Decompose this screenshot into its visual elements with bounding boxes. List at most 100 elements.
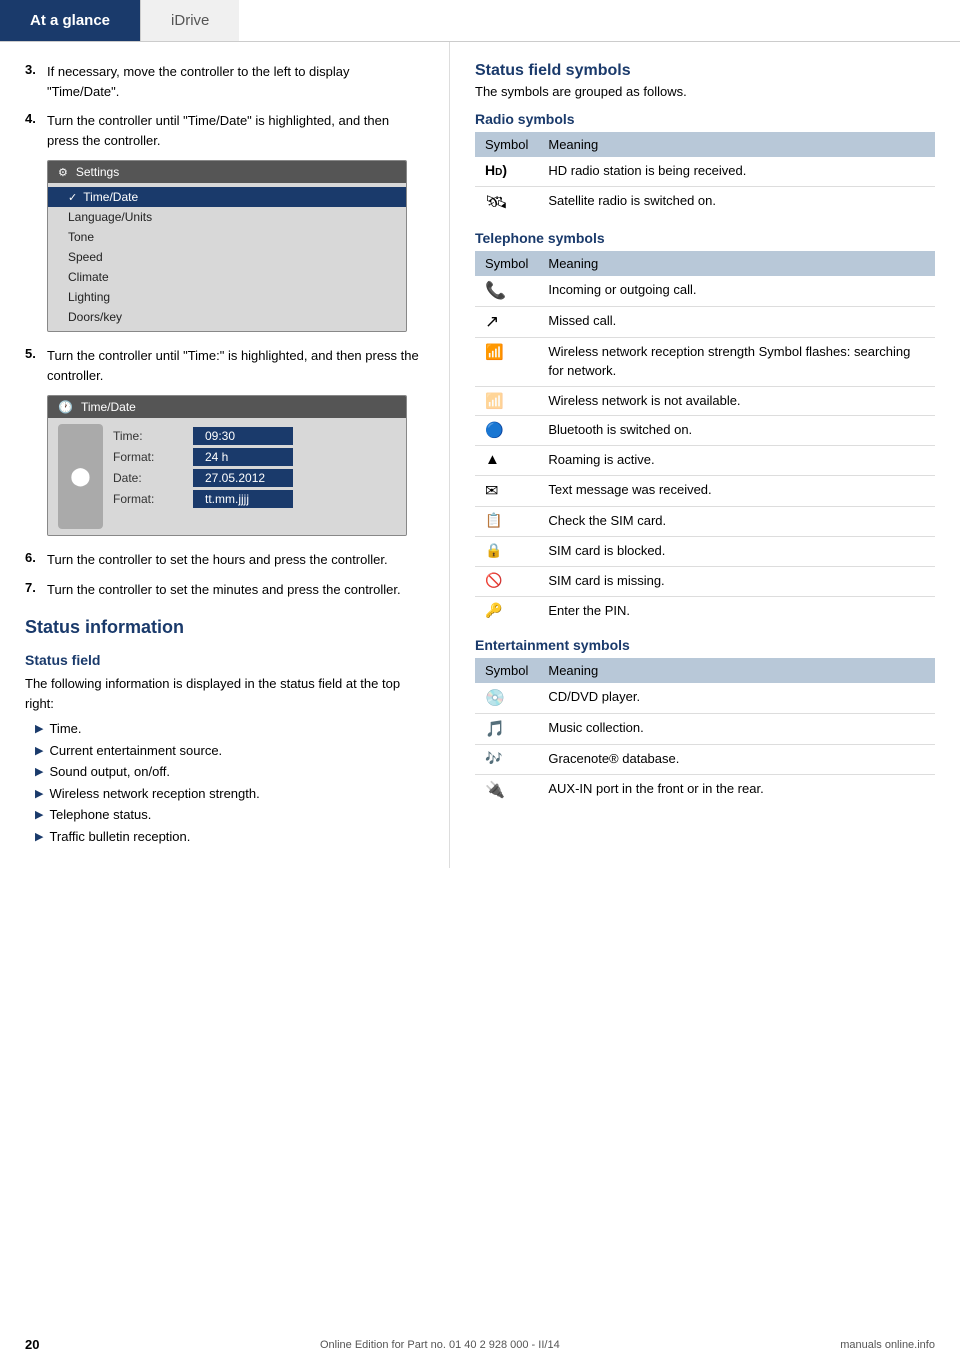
status-field-intro: The following information is displayed i… [25, 674, 424, 713]
format-value-2: tt.mm.jjjj [193, 490, 293, 508]
bullet-telephone: ▶Telephone status. [35, 805, 424, 825]
tel-meaning-sim-blocked: SIM card is blocked. [538, 536, 935, 566]
date-row: Date: 27.05.2012 [113, 469, 396, 487]
step-5: 5. Turn the controller until "Time:" is … [25, 346, 424, 385]
time-row: Time: 09:30 [113, 427, 396, 445]
table-row: 🔑 Enter the PIN. [475, 596, 935, 625]
table-row: HD) HD radio station is being received. [475, 157, 935, 186]
step-4-number: 4. [25, 111, 47, 150]
menu-item-climate: Climate [48, 267, 406, 287]
table-row: ✉ Text message was received. [475, 476, 935, 507]
tel-symbol-signal-none: 📶 [475, 386, 538, 416]
tel-symbol-sms: ✉ [475, 476, 538, 507]
radio-symbols-table: Symbol Meaning HD) HD radio station is b… [475, 132, 935, 218]
status-field-subheading: Status field [25, 652, 424, 668]
step-7-number: 7. [25, 580, 47, 600]
time-value: 09:30 [193, 427, 293, 445]
tel-symbol-missed: ↗ [475, 306, 538, 337]
menu-item-timedate: Time/Date [48, 187, 406, 207]
tel-meaning-pin: Enter the PIN. [538, 596, 935, 625]
table-row: ▲ Roaming is active. [475, 446, 935, 476]
table-row: 🎵 Music collection. [475, 714, 935, 745]
format-label-1: Format: [113, 450, 193, 464]
bullet-traffic-text: Traffic bulletin reception. [49, 827, 190, 847]
settings-screen-mockup: ⚙ Settings Time/Date Language/Units Tone… [47, 160, 407, 332]
radio-meaning-satellite: Satellite radio is switched on. [538, 186, 935, 218]
telephone-symbols-table: Symbol Meaning 📞 Incoming or outgoing ca… [475, 251, 935, 626]
table-row: 💿 CD/DVD player. [475, 683, 935, 714]
table-row: 🚫 SIM card is missing. [475, 566, 935, 596]
settings-title-bar: ⚙ Settings [48, 161, 406, 183]
tel-symbol-roaming: ▲ [475, 446, 538, 476]
tel-col-symbol: Symbol [475, 251, 538, 276]
controller-visual: ⬤ [58, 424, 103, 529]
page-number: 20 [25, 1337, 39, 1352]
ent-meaning-aux: AUX-IN port in the front or in the rear. [538, 775, 935, 806]
bullet-arrow-icon: ▶ [35, 829, 43, 846]
tel-symbol-signal-strong: 📶 [475, 337, 538, 386]
format-value-1: 24 h [193, 448, 293, 466]
table-row: 📶 Wireless network reception strength Sy… [475, 337, 935, 386]
bullet-wireless: ▶Wireless network reception strength. [35, 784, 424, 804]
bullet-arrow-icon: ▶ [35, 807, 43, 824]
bullet-entertainment: ▶Current entertainment source. [35, 741, 424, 761]
tel-meaning-sms: Text message was received. [538, 476, 935, 507]
ent-symbol-dvd: 💿 [475, 683, 538, 714]
date-value: 27.05.2012 [193, 469, 293, 487]
radio-symbol-satellite: 🛰 [475, 186, 538, 218]
status-field-bullets: ▶Time. ▶Current entertainment source. ▶S… [35, 719, 424, 846]
step-6-number: 6. [25, 550, 47, 570]
step-6-text: Turn the controller to set the hours and… [47, 550, 388, 570]
step-7-text: Turn the controller to set the minutes a… [47, 580, 401, 600]
settings-menu: Time/Date Language/Units Tone Speed Clim… [48, 183, 406, 331]
table-row: 🔒 SIM card is blocked. [475, 536, 935, 566]
tel-meaning-sim-missing: SIM card is missing. [538, 566, 935, 596]
tel-meaning-sim-check: Check the SIM card. [538, 507, 935, 537]
step-5-number: 5. [25, 346, 47, 385]
tel-meaning-signal-strong: Wireless network reception strength Symb… [538, 337, 935, 386]
tab-at-a-glance[interactable]: At a glance [0, 0, 140, 41]
timedate-title-bar: 🕐 Time/Date [48, 396, 406, 418]
tel-col-meaning: Meaning [538, 251, 935, 276]
step-4: 4. Turn the controller until "Time/Date"… [25, 111, 424, 150]
tel-symbol-bluetooth: 🔵 [475, 416, 538, 446]
tel-symbol-sim-blocked: 🔒 [475, 536, 538, 566]
tel-symbol-sim-check: 📋 [475, 507, 538, 537]
tel-meaning-bluetooth: Bluetooth is switched on. [538, 416, 935, 446]
menu-item-tone: Tone [48, 227, 406, 247]
menu-item-lighting: Lighting [48, 287, 406, 307]
main-content: 3. If necessary, move the controller to … [0, 42, 960, 868]
step-3: 3. If necessary, move the controller to … [25, 62, 424, 101]
bullet-arrow-icon: ▶ [35, 721, 43, 738]
radio-col-symbol: Symbol [475, 132, 538, 157]
menu-item-language: Language/Units [48, 207, 406, 227]
table-row: 📞 Incoming or outgoing call. [475, 276, 935, 307]
ent-symbol-gracenote: 🎶 [475, 745, 538, 775]
bullet-arrow-icon: ▶ [35, 786, 43, 803]
bullet-sound-text: Sound output, on/off. [49, 762, 169, 782]
step-6: 6. Turn the controller to set the hours … [25, 550, 424, 570]
step-3-number: 3. [25, 62, 47, 101]
ent-meaning-music: Music collection. [538, 714, 935, 745]
status-field-symbols-title: Status field symbols [475, 62, 935, 80]
entertainment-symbols-heading: Entertainment symbols [475, 637, 935, 653]
footer-watermark: manuals online.info [840, 1339, 935, 1351]
bullet-traffic: ▶ Traffic bulletin reception. [35, 827, 424, 847]
table-row: ↗ Missed call. [475, 306, 935, 337]
step-3-text: If necessary, move the controller to the… [47, 62, 424, 101]
menu-item-speed: Speed [48, 247, 406, 267]
bullet-entertainment-text: Current entertainment source. [49, 741, 222, 761]
tab-idrive[interactable]: iDrive [140, 0, 239, 41]
settings-icon: ⚙ [58, 166, 68, 179]
timedate-icon: 🕐 [58, 400, 73, 414]
ent-symbol-music: 🎵 [475, 714, 538, 745]
left-column: 3. If necessary, move the controller to … [0, 42, 450, 868]
bullet-time: ▶Time. [35, 719, 424, 739]
timedate-title: Time/Date [81, 400, 136, 414]
step-5-text: Turn the controller until "Time:" is hig… [47, 346, 424, 385]
right-column: Status field symbols The symbols are gro… [450, 42, 960, 868]
table-row: 🔌 AUX-IN port in the front or in the rea… [475, 775, 935, 806]
table-row: 🔵 Bluetooth is switched on. [475, 416, 935, 446]
entertainment-symbols-table: Symbol Meaning 💿 CD/DVD player. 🎵 Music … [475, 658, 935, 805]
tel-meaning-roaming: Roaming is active. [538, 446, 935, 476]
